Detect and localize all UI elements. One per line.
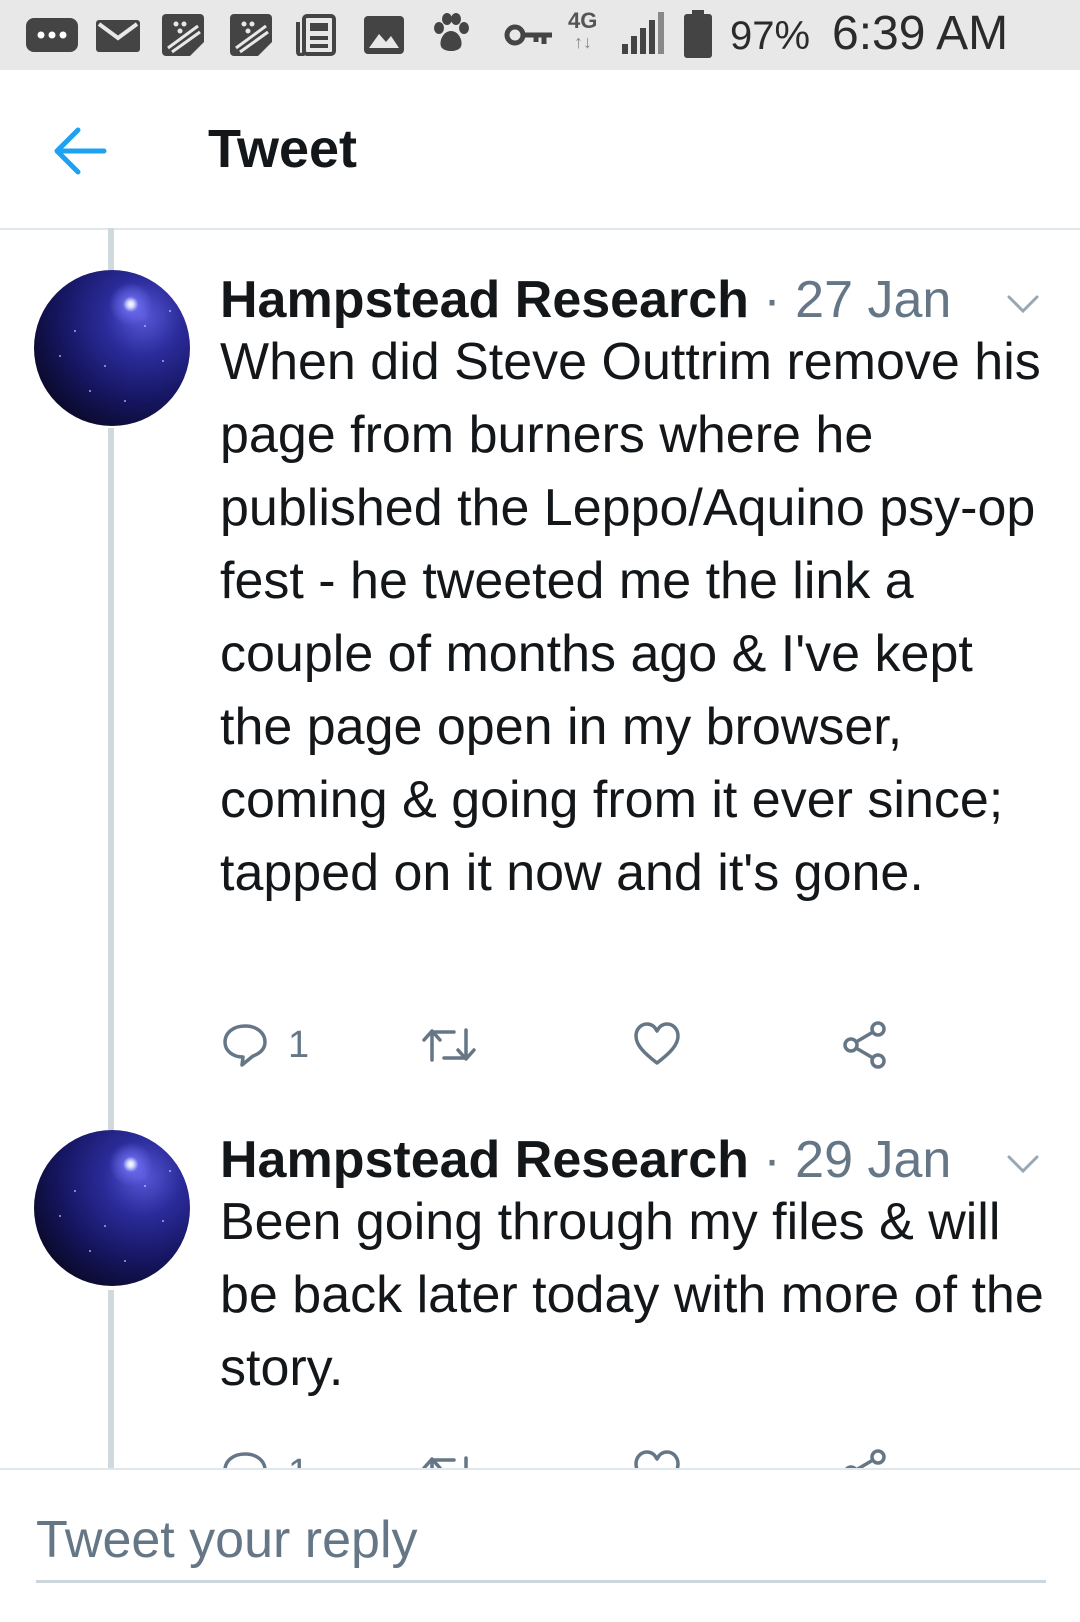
retweet-icon — [422, 1456, 468, 1468]
heart-icon — [634, 1022, 680, 1065]
retweet-button[interactable] — [420, 1020, 480, 1070]
share-button[interactable] — [840, 1448, 890, 1468]
reply-count: 1 — [288, 1452, 309, 1468]
like-button[interactable] — [632, 1448, 682, 1468]
back-arrow-icon[interactable] — [50, 122, 108, 180]
clock: 6:39 AM — [832, 7, 1009, 60]
battery-percent: 97% — [730, 14, 811, 58]
reply-icon — [223, 1452, 267, 1468]
network-4g-icon: 4G ↑↓ — [568, 8, 598, 52]
app-header: Tweet — [0, 70, 1080, 230]
reply-icon — [223, 1024, 267, 1067]
thread-connector-top — [108, 228, 114, 270]
battery-icon — [684, 10, 712, 58]
share-icon — [843, 1021, 886, 1069]
tweet-actions: 1 — [220, 1448, 920, 1468]
avatar[interactable] — [34, 270, 190, 426]
tweet[interactable]: Hampstead Research · 27 Jan When did Ste… — [0, 270, 1080, 1100]
reply-bar — [0, 1468, 1080, 1622]
tweet-actions: 1 — [220, 1020, 920, 1080]
reply-button[interactable]: 1 — [220, 1020, 330, 1070]
page-title: Tweet — [208, 119, 358, 179]
network-label: 4G — [568, 8, 598, 33]
tweet[interactable]: Hampstead Research · 29 Jan Been going t… — [0, 1130, 1080, 1468]
reply-input[interactable] — [36, 1500, 1046, 1583]
share-button[interactable] — [840, 1020, 890, 1070]
separator: · — [763, 271, 781, 329]
tweet-date[interactable]: 29 Jan — [795, 1131, 951, 1189]
retweet-button[interactable] — [420, 1448, 480, 1468]
share-icon — [845, 1449, 886, 1468]
tweet-header: Hampstead Research · 29 Jan — [220, 1130, 951, 1190]
chevron-down-icon[interactable] — [1005, 1146, 1041, 1182]
image-icon — [364, 16, 404, 54]
separator: · — [763, 1131, 781, 1189]
heart-icon — [634, 1450, 680, 1468]
retweet-icon — [422, 1028, 476, 1062]
like-button[interactable] — [632, 1020, 682, 1070]
chevron-down-icon[interactable] — [1005, 286, 1041, 322]
tweet-text: When did Steve Outtrim remove his page f… — [220, 333, 1041, 902]
tweet-date[interactable]: 27 Jan — [795, 271, 951, 329]
mail-icon — [96, 20, 140, 52]
tweet-header: Hampstead Research · 27 Jan — [220, 270, 951, 330]
key-icon — [504, 24, 552, 46]
avatar[interactable] — [34, 1130, 190, 1286]
reply-count: 1 — [288, 1024, 310, 1066]
reply-button[interactable]: 1 — [220, 1448, 330, 1468]
blackberry-icon — [230, 14, 272, 56]
author-name[interactable]: Hampstead Research — [220, 271, 749, 329]
status-bar: 4G ↑↓ 97% 6:39 AM — [0, 0, 1080, 70]
more-icon — [26, 18, 78, 52]
paw-icon — [434, 13, 469, 51]
signal-icon — [622, 12, 664, 54]
author-name[interactable]: Hampstead Research — [220, 1131, 749, 1189]
news-icon — [296, 14, 336, 56]
blackberry-icon — [162, 14, 204, 56]
tweet-text: Been going through my files & will be ba… — [220, 1193, 1044, 1397]
